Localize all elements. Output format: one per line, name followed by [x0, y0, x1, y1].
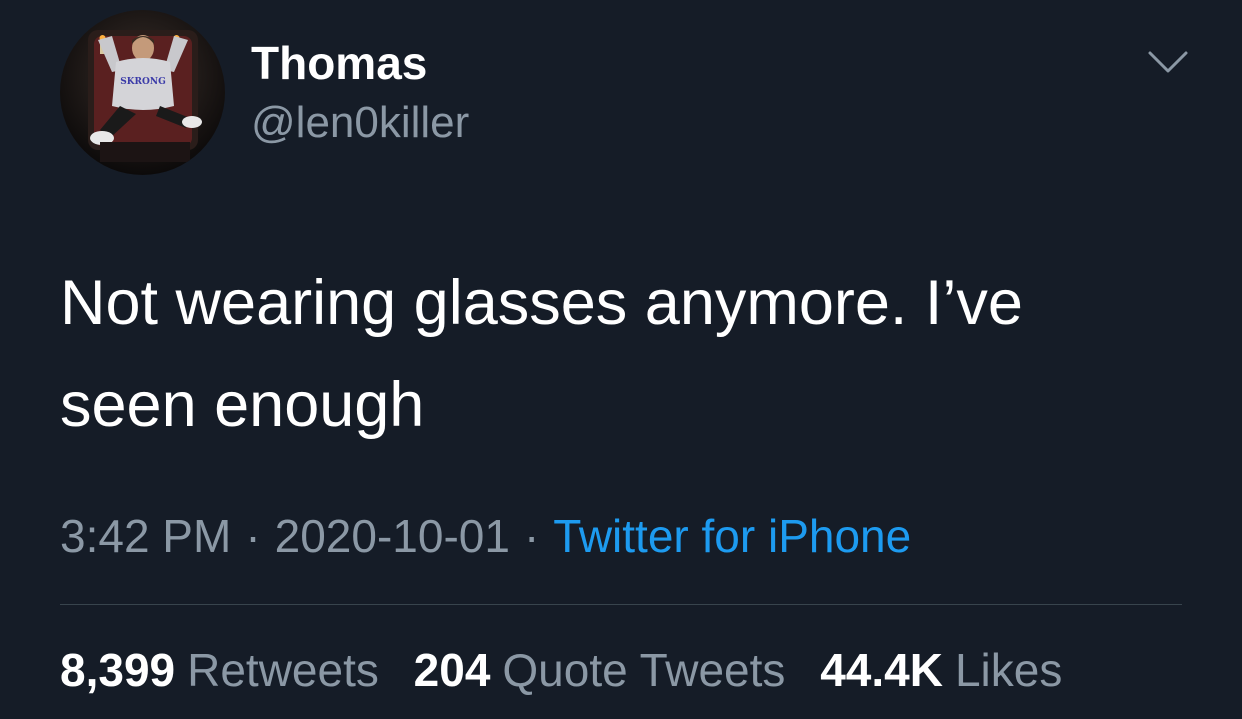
divider [60, 604, 1182, 605]
quote-tweets-stat[interactable]: 204 Quote Tweets [414, 642, 786, 698]
tweet-time[interactable]: 3:42 PM [60, 510, 231, 562]
display-name[interactable]: Thomas [251, 36, 427, 90]
quote-tweets-count: 204 [413, 644, 491, 696]
tweet-source-link[interactable]: Twitter for iPhone [553, 510, 911, 562]
likes-stat[interactable]: 44.4K Likes [820, 642, 1062, 698]
likes-label: Likes [954, 644, 1063, 696]
tweet-meta: 3:42 PM · 2020-10-01 · Twitter for iPhone [60, 508, 911, 564]
tweet-card: SKRONG Thomas @len0killer Not wearing gl… [0, 0, 1242, 719]
meta-separator: · [523, 510, 540, 562]
tweet-stats: 8,399 Retweets 204 Quote Tweets 44.4K Likes [60, 642, 1084, 698]
likes-count: 44.4K [820, 644, 943, 696]
retweets-label: Retweets [187, 644, 379, 696]
tweet-text: Not wearing glasses anymore. I’ve seen e… [60, 268, 1023, 440]
quote-tweets-label: Quote Tweets [502, 644, 786, 696]
retweets-count: 8,399 [60, 644, 176, 696]
avatar-shirt-text: SKRONG [120, 77, 166, 87]
meta-separator: · [245, 510, 261, 562]
user-handle[interactable]: @len0killer [251, 96, 469, 150]
chevron-down-icon[interactable] [1146, 45, 1190, 79]
avatar-image: SKRONG [60, 10, 225, 175]
tweet-date[interactable]: 2020-10-01 [275, 510, 510, 562]
avatar[interactable]: SKRONG [60, 10, 225, 175]
retweets-stat[interactable]: 8,399 Retweets [60, 642, 379, 698]
